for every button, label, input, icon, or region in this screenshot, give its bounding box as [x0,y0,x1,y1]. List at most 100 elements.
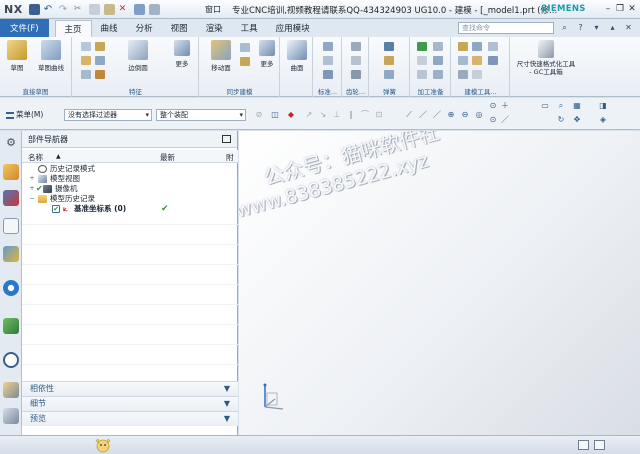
snap-icon[interactable]: ⊙ [488,115,498,125]
minimize-button[interactable]: – [602,3,614,15]
tool-icon[interactable] [458,56,468,65]
selection-scope-dropdown[interactable]: 整个装配 [156,109,246,121]
repeat-command-icon[interactable] [133,3,145,15]
column-attachment[interactable]: 附 [226,152,234,163]
sketch-curve-button[interactable]: 草图曲线 [34,40,68,72]
selection-filter-dropdown[interactable]: 没有选择过滤器 [64,109,152,121]
prep-icon[interactable] [417,70,427,79]
constraint-navigator-icon[interactable] [3,190,19,206]
snap-icon[interactable]: ⊡ [374,110,384,120]
clock-icon[interactable] [3,352,19,368]
assembly-navigator-icon[interactable] [3,164,19,180]
ribbon-options-icon[interactable]: ▾ [591,22,602,33]
touch-mode-icon[interactable] [148,3,160,15]
revolve-icon[interactable] [95,42,105,51]
arc-center-icon[interactable]: ⊕ [446,110,456,120]
prep-icon[interactable] [433,70,443,79]
standard-part-icon[interactable] [323,56,333,65]
save-icon[interactable] [28,3,40,15]
tab-applications[interactable]: 应用模块 [267,19,319,37]
panel-details[interactable]: 细节 ▼ [22,396,238,411]
tab-tools[interactable]: 工具 [232,19,267,37]
restore-button[interactable]: ❐ [614,3,626,15]
hole-icon[interactable] [81,56,91,65]
prep-icon[interactable] [433,56,443,65]
tool-icon[interactable] [472,42,482,51]
pan-icon[interactable]: ✥ [572,115,582,125]
tab-home[interactable]: 主页 [54,20,92,37]
main-menu-button[interactable]: 菜单(M) [6,109,43,120]
web-browser-icon[interactable] [3,280,19,296]
check-icon[interactable] [417,42,427,51]
point-on-curve-icon[interactable]: ⟋ [404,110,414,120]
undo-icon[interactable]: ↶ [44,4,55,15]
copy-icon[interactable] [88,3,100,15]
snap-icon[interactable]: ／ [500,115,510,125]
tree-row-cameras[interactable]: + ✔ 摄像机 [22,184,238,194]
tool-icon[interactable] [472,70,482,79]
line-icon[interactable]: ／ [432,110,442,120]
tree-row-history-mode[interactable]: 历史记录模式 [22,164,238,174]
sketch-button[interactable]: 草图 [6,40,28,72]
tab-analysis[interactable]: 分析 [127,19,162,37]
paste-icon[interactable] [103,3,115,15]
panel-preview[interactable]: 预览 ▼ [22,411,238,426]
offset-region-icon[interactable] [240,57,250,66]
spring-icon[interactable] [384,56,394,65]
maximize-icon[interactable] [222,135,231,143]
view-fit-icon[interactable]: ▭ [540,101,550,111]
selection-status-icon[interactable] [594,440,605,450]
rotate-icon[interactable]: ↻ [556,115,566,125]
intersection-icon[interactable]: ⊙ [488,101,498,111]
prep-icon[interactable] [417,56,427,65]
dimension-format-tool-button[interactable]: 尺寸快速格式化工具 - GC工具箱 [515,40,577,76]
extrude-icon[interactable] [81,42,91,51]
standard-part-icon[interactable] [323,42,333,51]
tool-icon[interactable] [488,42,498,51]
close-part-icon[interactable]: ✕ [623,22,634,33]
line-icon[interactable]: ／ [418,110,428,120]
orient-view-icon[interactable]: ◈ [598,115,608,125]
sort-ascending-icon[interactable]: ▲ [56,153,61,160]
expand-toggle[interactable]: + [29,174,35,184]
tree-row-model-history[interactable]: − 模型历史记录 [22,194,238,204]
expand-toggle[interactable]: + [29,184,35,194]
visibility-checkbox[interactable]: ✔ [52,205,60,213]
feature-more-button[interactable]: 更多 [171,40,193,68]
panel-dependencies[interactable]: 相依性 ▼ [22,381,238,396]
pattern-icon[interactable] [95,56,105,65]
quadrant-icon[interactable]: ◎ [474,110,484,120]
system-material-icon[interactable] [3,408,19,424]
snap-icon[interactable]: ⊥ [332,110,342,120]
sync-more-button[interactable]: 更多 [256,40,278,68]
snap-point-icon[interactable]: ◆ [286,110,296,120]
unite-icon[interactable] [81,70,91,79]
part-navigator-icon[interactable] [3,218,19,234]
gear-icon[interactable] [351,42,361,51]
zoom-icon[interactable]: ⌕ [556,101,566,111]
command-search-input[interactable]: 查找命令 [458,22,554,34]
filter-reset-icon[interactable]: ⊘ [254,110,264,120]
tab-curve[interactable]: 曲线 [92,19,127,37]
history-icon[interactable] [3,318,19,334]
snap-icon[interactable]: ↗ [304,110,314,120]
graphics-window[interactable]: 公众号：猫咪软件社 www.838385222.xyz [239,131,640,435]
shade-icon[interactable]: ◨ [598,101,608,111]
gear-icon[interactable] [351,70,361,79]
tool-icon[interactable] [458,42,468,51]
subtract-icon[interactable] [95,70,105,79]
delete-icon[interactable]: ✕ [119,4,130,15]
column-latest[interactable]: 最新 [160,152,175,163]
layer-icon[interactable]: ▦ [572,101,582,111]
window-menu[interactable]: 窗口 [205,4,221,15]
spring-icon[interactable] [384,42,394,51]
help-icon[interactable]: ? [575,22,586,33]
search-icon[interactable]: ⌕ [559,22,570,33]
pull-face-icon[interactable] [240,43,250,52]
surface-button[interactable]: 曲面 [285,40,309,72]
crosshair-icon[interactable]: ＋ [500,101,510,111]
redo-icon[interactable]: ↷ [59,4,70,15]
close-button[interactable]: ✕ [626,3,638,15]
tab-render[interactable]: 渲染 [197,19,232,37]
file-menu-button[interactable]: 文件(F) [0,19,49,37]
